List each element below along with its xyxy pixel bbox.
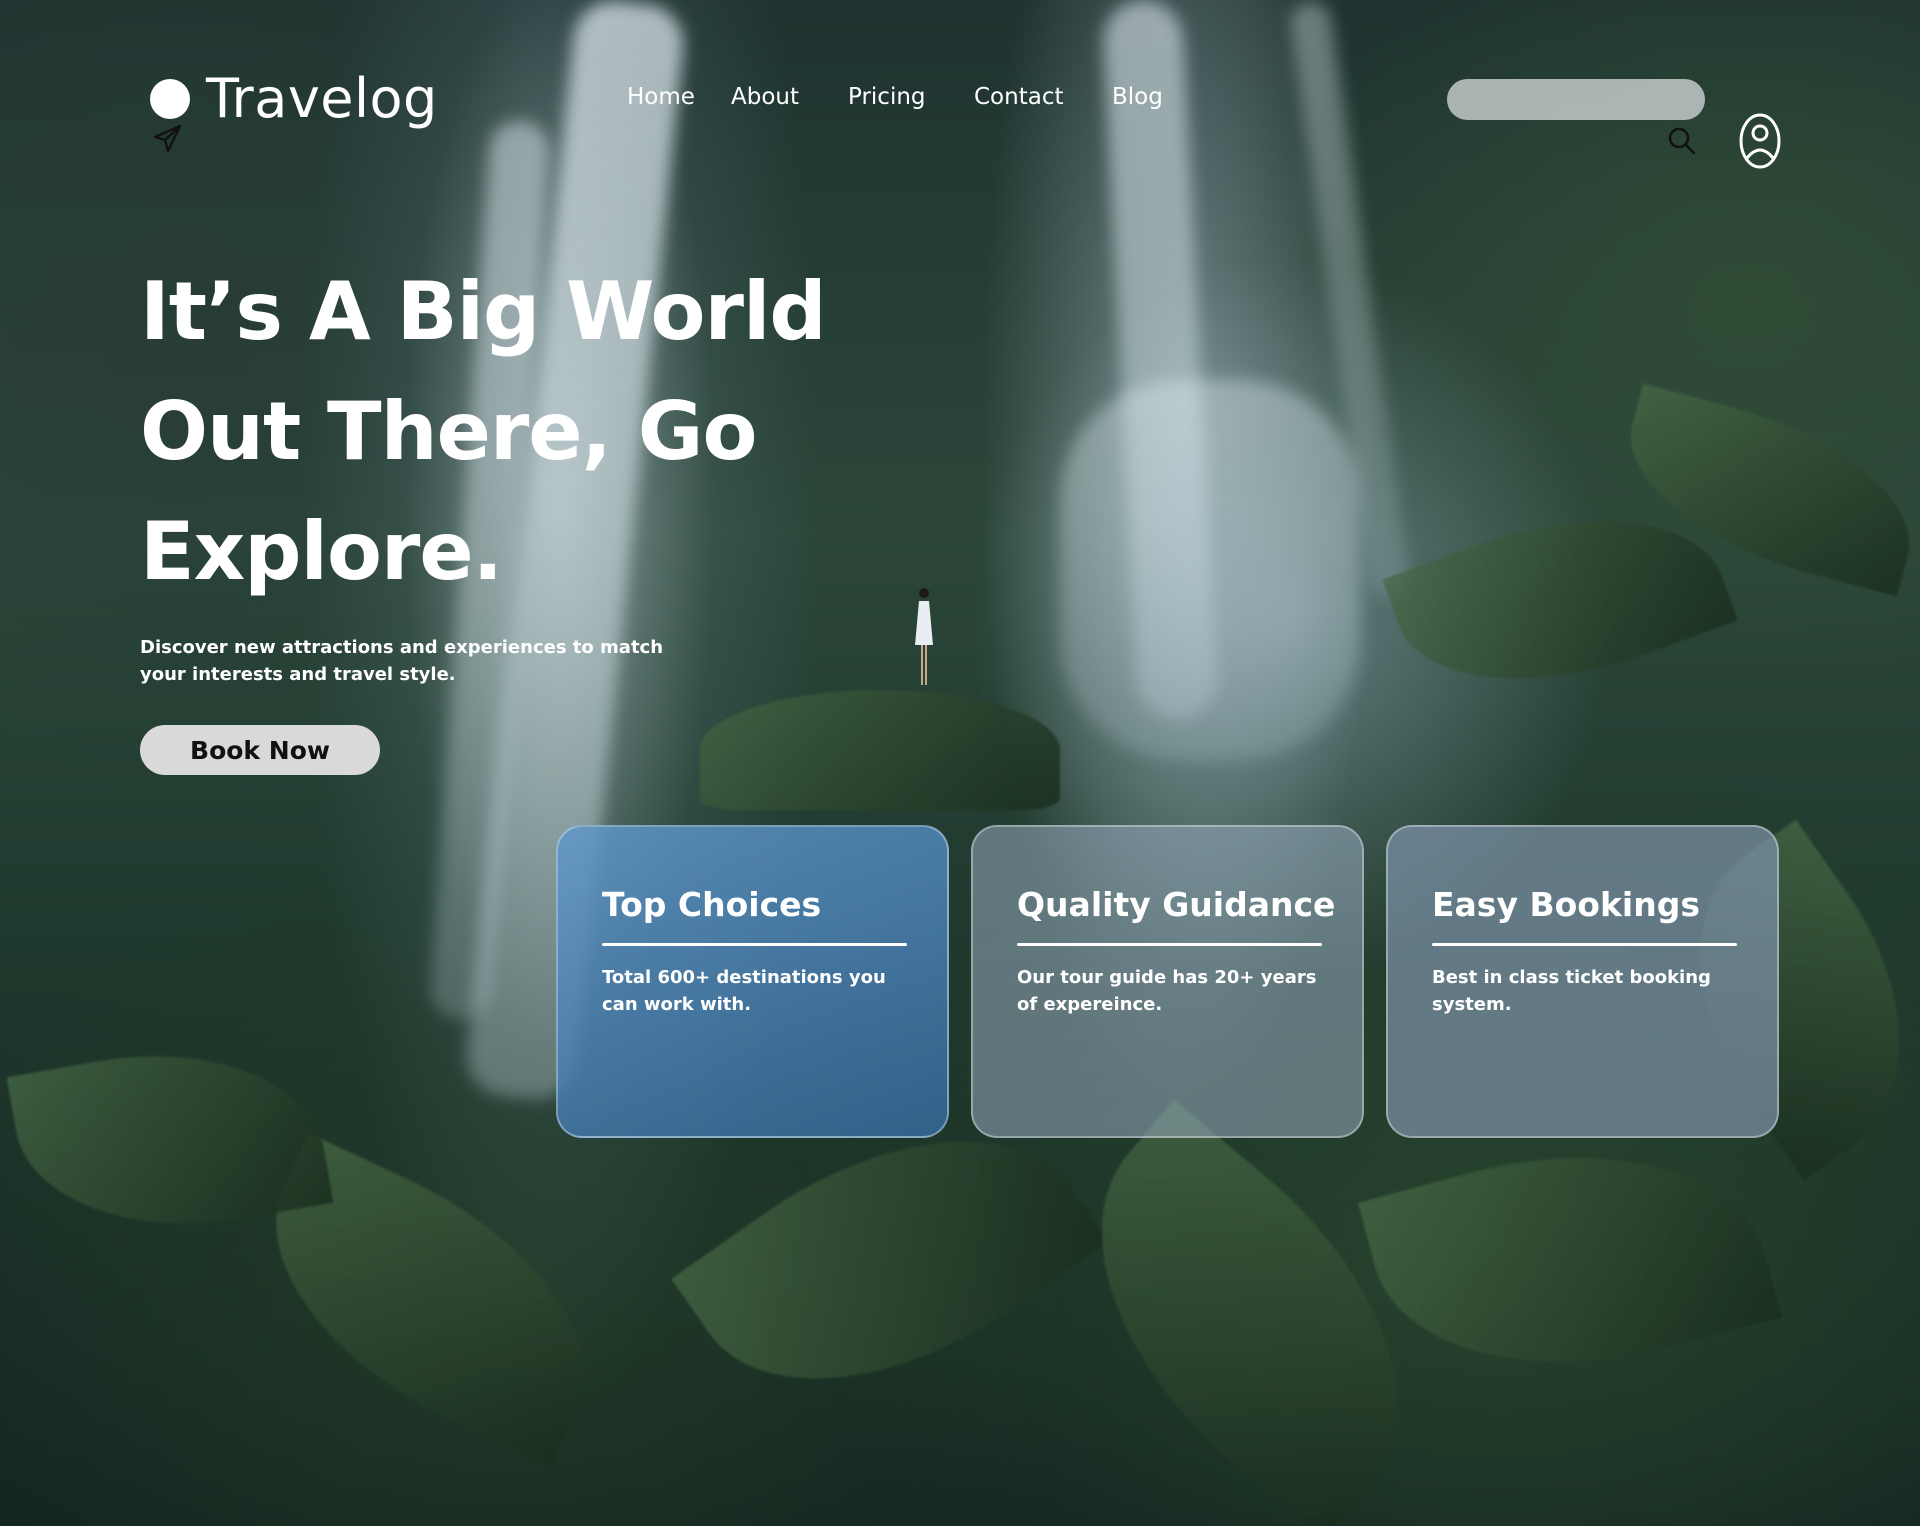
foliage-leaf [1358, 1104, 1782, 1416]
nav-pricing[interactable]: Pricing [848, 84, 974, 110]
nav-blog[interactable]: Blog [1112, 84, 1163, 110]
card-title: Top Choices [602, 885, 822, 924]
feature-card-top-choices[interactable]: Top Choices Total 600+ destinations you … [556, 825, 949, 1138]
book-now-button[interactable]: Book Now [140, 725, 380, 775]
main-nav: Home About Pricing Contact Blog [627, 84, 1163, 110]
hero-title-line: It’s A Big World [140, 265, 827, 358]
paper-plane-icon [153, 124, 182, 153]
card-divider [1017, 943, 1322, 947]
nav-about[interactable]: About [731, 84, 848, 110]
circle-logo-icon [150, 79, 190, 119]
hero-background: Travelog Home About Pricing Contact Blog… [0, 0, 1920, 1526]
foliage-leaf [700, 690, 1060, 810]
card-title: Easy Bookings [1432, 885, 1700, 924]
waterfall-cascade [1060, 380, 1360, 760]
card-text: Best in class ticket booking system. [1432, 967, 1711, 1016]
hero-subtitle: Discover new attractions and experiences… [140, 637, 664, 685]
card-text: Total 600+ destinations you can work wit… [602, 967, 886, 1016]
logo[interactable]: Travelog [150, 72, 438, 126]
search-icon[interactable] [1666, 125, 1698, 157]
card-divider [1432, 943, 1737, 947]
feature-card-easy-bookings[interactable]: Easy Bookings Best in class ticket booki… [1386, 825, 1779, 1138]
card-divider [602, 943, 907, 947]
hero-title-line: Out There, Go [140, 385, 757, 478]
woman-figure [915, 588, 933, 685]
user-circle-icon[interactable] [1738, 112, 1782, 170]
card-text: Our tour guide has 20+ years of experein… [1017, 967, 1317, 1016]
hero-title-line: Explore. [140, 505, 503, 598]
hero-title: It’s A Big World Out There, Go Explore. [140, 252, 900, 612]
nav-home[interactable]: Home [627, 84, 731, 110]
search-input[interactable] [1447, 79, 1705, 120]
feature-card-quality-guidance[interactable]: Quality Guidance Our tour guide has 20+ … [971, 825, 1364, 1138]
brand-name: Travelog [206, 67, 438, 130]
nav-contact[interactable]: Contact [974, 84, 1112, 110]
card-title: Quality Guidance [1017, 885, 1336, 924]
